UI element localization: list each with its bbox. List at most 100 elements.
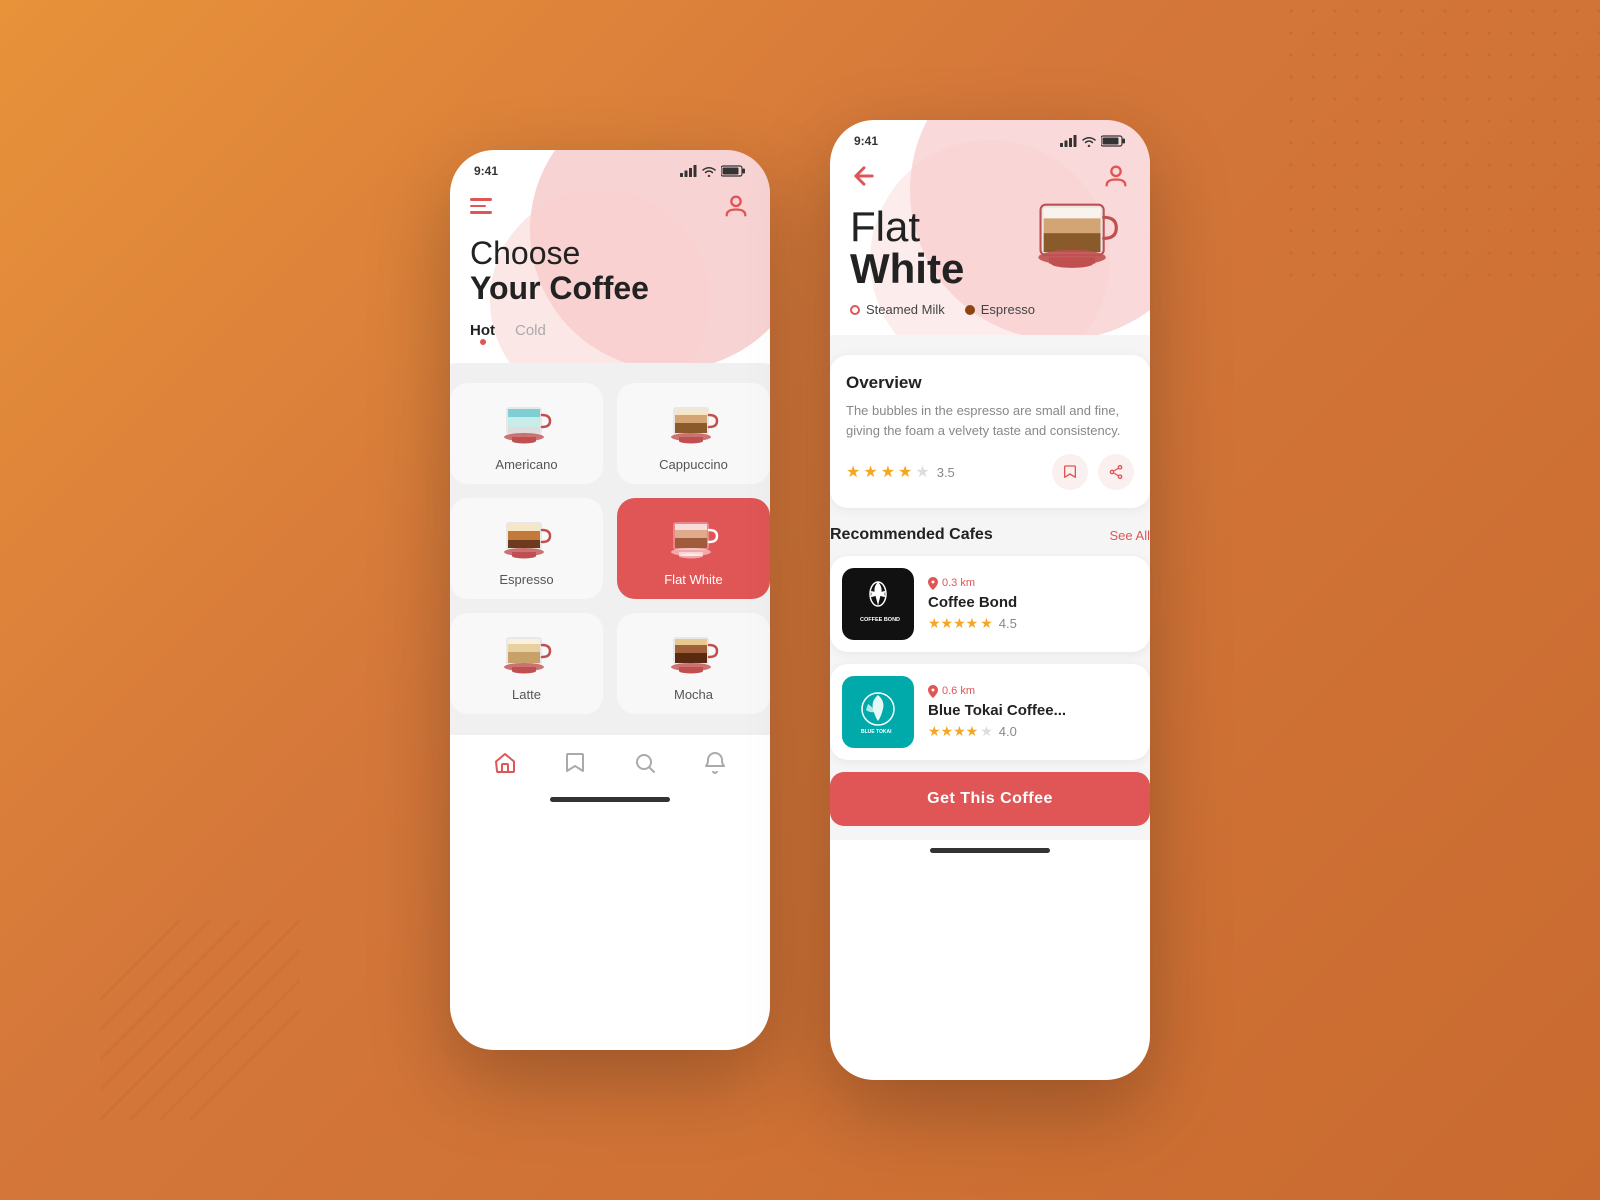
recommended-header: Recommended Cafes See All <box>830 526 1150 544</box>
espresso-dot <box>965 305 975 315</box>
battery-icon-2 <box>1101 135 1126 147</box>
share-action-btn[interactable] <box>1098 454 1134 490</box>
bookmark-action-btn[interactable] <box>1052 454 1088 490</box>
nav-home-icon[interactable] <box>493 751 517 775</box>
cafe-name-bond: Coffee Bond <box>928 594 1138 611</box>
cafe-card-tokai[interactable]: BLUE TOKAI 0.6 km Blue Tokai Coffee... <box>830 664 1150 760</box>
coffee-card-name: Espresso <box>499 572 553 587</box>
coffee-card-mocha[interactable]: Mocha <box>617 613 770 714</box>
coffee-card-latte[interactable]: Latte <box>450 613 603 714</box>
recommended-title: Recommended Cafes <box>830 526 993 544</box>
star-4: ★ <box>898 462 912 482</box>
bookmark-icon <box>1062 464 1078 480</box>
cafe-logo-bond: COFFEE BOND <box>842 568 914 640</box>
cafe-distance-tokai: 0.6 km <box>928 685 1138 698</box>
coffee-card-name: Flat White <box>664 572 723 587</box>
svg-text:COFFEE BOND: COFFEE BOND <box>860 617 900 623</box>
flatwhite-cup-icon <box>661 514 726 572</box>
status-icons-2 <box>1060 135 1126 147</box>
coffee-grid: Americano <box>450 383 770 714</box>
cafe-stars-bond: ★★★★ ★ 4.5 <box>928 615 1138 632</box>
cafe-logo-tokai: BLUE TOKAI <box>842 676 914 748</box>
status-icons <box>680 165 746 177</box>
menu-icon[interactable] <box>470 198 492 214</box>
svg-text:BLUE TOKAI: BLUE TOKAI <box>861 729 892 735</box>
star-5: ★ <box>915 462 929 482</box>
milk-dot <box>850 305 860 315</box>
phone2-header <box>850 154 1130 200</box>
cafe-name-tokai: Blue Tokai Coffee... <box>928 702 1138 719</box>
home-indicator-2 <box>930 848 1050 853</box>
ingredient-espresso: Espresso <box>965 302 1035 317</box>
coffee-card-cappuccino[interactable]: Cappuccino <box>617 383 770 484</box>
phones-container: 9:41 <box>450 120 1150 1080</box>
cappuccino-cup-icon <box>661 399 726 457</box>
coffee-grid-section: Americano <box>450 363 770 734</box>
lines-decoration <box>100 920 300 1120</box>
user-icon[interactable] <box>722 192 750 220</box>
overview-card: Overview The bubbles in the espresso are… <box>830 355 1150 508</box>
latte-cup-icon <box>494 629 559 687</box>
coffee-card-name: Americano <box>495 457 557 472</box>
user-icon-2[interactable] <box>1102 162 1130 190</box>
tab-hot[interactable]: Hot <box>470 322 495 343</box>
star-3: ★ <box>881 462 895 482</box>
detail-coffee-name: Flat White <box>850 206 1130 290</box>
ingredient-milk: Steamed Milk <box>850 302 945 317</box>
phone1-header <box>470 184 750 236</box>
coffee-card-name: Latte <box>512 687 541 702</box>
location-icon-bond <box>928 577 938 590</box>
location-icon-tokai <box>928 685 938 698</box>
americano-cup-icon <box>494 399 559 457</box>
phone-detail-screen: 9:41 <box>830 120 1150 1080</box>
bottom-nav <box>450 734 770 789</box>
nav-search-icon[interactable] <box>633 751 657 775</box>
overview-footer: ★ ★ ★ ★ ★ 3.5 <box>846 454 1134 490</box>
cafe-distance-bond: 0.3 km <box>928 577 1138 590</box>
phone-list-screen: 9:41 <box>450 150 770 1050</box>
dots-decoration <box>1280 0 1600 280</box>
home-indicator <box>550 797 670 802</box>
bond-logo-icon: COFFEE BOND <box>853 579 903 629</box>
cafe-info-tokai: 0.6 km Blue Tokai Coffee... ★★★★ ★ 4.0 <box>928 685 1138 740</box>
page-title: Choose Your Coffee <box>470 236 750 306</box>
coffee-card-espresso[interactable]: Espresso <box>450 498 603 599</box>
tokai-logo-icon: BLUE TOKAI <box>853 687 903 737</box>
rating-row: ★ ★ ★ ★ ★ 3.5 <box>846 462 955 482</box>
mocha-cup-icon <box>661 629 726 687</box>
status-time-2: 9:41 <box>854 134 878 148</box>
wifi-icon-2 <box>1081 135 1097 147</box>
star-2: ★ <box>863 462 877 482</box>
back-button[interactable] <box>850 162 878 190</box>
espresso-cup-icon <box>494 514 559 572</box>
cafe-info-bond: 0.3 km Coffee Bond ★★★★ ★ 4.5 <box>928 577 1138 632</box>
signal-icon-2 <box>1060 135 1077 147</box>
overview-text: The bubbles in the espresso are small an… <box>846 401 1134 440</box>
cafe-card-bond[interactable]: COFFEE BOND 0.3 km Coffee Bond <box>830 556 1150 652</box>
star-1: ★ <box>846 462 860 482</box>
share-icon <box>1108 464 1124 480</box>
battery-icon <box>721 165 746 177</box>
nav-bookmark-icon[interactable] <box>563 751 587 775</box>
coffee-card-name: Mocha <box>674 687 713 702</box>
overview-title: Overview <box>846 373 1134 393</box>
ingredients-row: Steamed Milk Espresso <box>850 302 1130 317</box>
get-coffee-button[interactable]: Get This Coffee <box>830 772 1150 826</box>
signal-icon <box>680 165 697 177</box>
card-actions <box>1052 454 1134 490</box>
status-bar-2: 9:41 <box>830 120 1150 154</box>
coffee-card-americano[interactable]: Americano <box>450 383 603 484</box>
detail-content-section: Overview The bubbles in the espresso are… <box>830 335 1150 840</box>
cafe-stars-tokai: ★★★★ ★ 4.0 <box>928 723 1138 740</box>
temperature-tabs: Hot Cold <box>470 322 750 343</box>
see-all-button[interactable]: See All <box>1110 528 1150 543</box>
detail-cup-icon <box>1030 196 1130 286</box>
status-bar: 9:41 <box>450 150 770 184</box>
tab-cold[interactable]: Cold <box>515 322 546 343</box>
status-time: 9:41 <box>474 164 498 178</box>
coffee-card-name: Cappuccino <box>659 457 728 472</box>
wifi-icon <box>701 165 717 177</box>
coffee-card-flatwhite[interactable]: Flat White <box>617 498 770 599</box>
rating-number: 3.5 <box>937 465 955 480</box>
nav-bell-icon[interactable] <box>703 751 727 775</box>
